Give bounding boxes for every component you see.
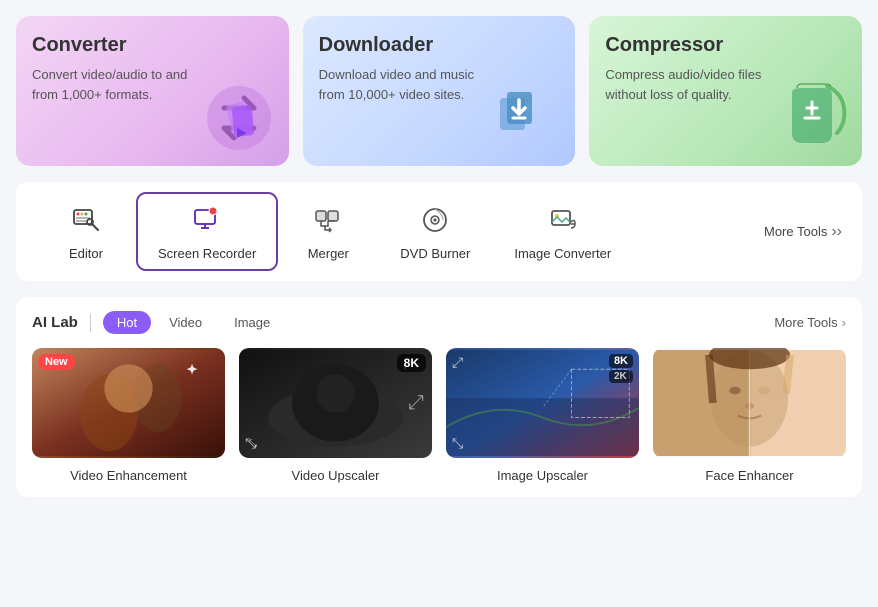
converter-card[interactable]: Converter Convert video/audio to and fro…	[16, 16, 289, 166]
converter-icon	[199, 78, 279, 158]
ai-lab-header: AI Lab Hot Video Image More Tools ›	[32, 311, 846, 334]
ai-card-image-upscaler[interactable]: 8K 2K ⤡ ⤢ Image Upscaler	[446, 348, 639, 483]
dvd-burner-label: DVD Burner	[400, 246, 470, 261]
tool-screen-recorder[interactable]: Screen Recorder	[136, 192, 278, 271]
image-converter-icon	[545, 202, 581, 238]
dvd-burner-icon	[417, 202, 453, 238]
tab-image[interactable]: Image	[220, 311, 284, 334]
downloader-card[interactable]: Downloader Download video and music from…	[303, 16, 576, 166]
tools-row: Editor Screen Recorder	[16, 182, 862, 281]
resolution-badge: 8K 2K	[609, 354, 633, 383]
tab-hot[interactable]: Hot	[103, 311, 151, 334]
image-converter-label: Image Converter	[514, 246, 611, 261]
expand-icon: ⤡	[245, 435, 256, 452]
face-enhancer-thumbnail	[653, 348, 846, 458]
converter-title: Converter	[32, 34, 273, 57]
video-enhancement-label: Video Enhancement	[70, 468, 187, 483]
expand-arrows-icon: ⤡	[452, 435, 463, 452]
ai-more-tools-label: More Tools	[774, 315, 837, 330]
expand-arrows2-icon: ⤢	[452, 354, 463, 371]
ai-lab-divider	[90, 314, 91, 332]
arrow-right-icon: ⤢	[408, 392, 424, 415]
image-upscaler-label: Image Upscaler	[497, 468, 588, 483]
screen-recorder-icon	[189, 202, 225, 238]
ai-lab-title: AI Lab	[32, 314, 78, 331]
chevron-right-icon: ››	[831, 223, 842, 241]
svg-text:✦: ✦	[186, 362, 198, 377]
tool-image-converter[interactable]: Image Converter	[492, 192, 633, 271]
main-container: Converter Convert video/audio to and fro…	[0, 0, 878, 513]
downloader-icon	[485, 78, 565, 158]
compressor-title: Compressor	[605, 34, 846, 57]
ai-more-tools-button[interactable]: More Tools ›	[774, 315, 846, 330]
ai-more-tools-arrow: ›	[842, 315, 846, 330]
ai-lab-section: AI Lab Hot Video Image More Tools ›	[16, 297, 862, 497]
tool-merger[interactable]: Merger	[278, 192, 378, 271]
ai-card-face-enhancer[interactable]: Face Enhancer	[653, 348, 846, 483]
tab-video[interactable]: Video	[155, 311, 216, 334]
image-upscaler-thumbnail: 8K 2K ⤡ ⤢	[446, 348, 639, 458]
merger-icon	[310, 202, 346, 238]
8k-badge: 8K	[397, 354, 426, 372]
compressor-desc: Compress audio/video files without loss …	[605, 65, 761, 104]
video-upscaler-thumbnail: ⤡ ⤢ 8K ⤡ ⤢	[239, 348, 432, 458]
editor-icon	[68, 202, 104, 238]
more-tools-label: More Tools	[764, 224, 827, 239]
ai-card-video-enhancement[interactable]: ✦ New Video Enhancement	[32, 348, 225, 483]
face-enhancer-label: Face Enhancer	[705, 468, 793, 483]
downloader-title: Downloader	[319, 34, 560, 57]
compressor-icon	[772, 78, 852, 158]
video-upscaler-label: Video Upscaler	[292, 468, 380, 483]
new-badge: New	[38, 354, 75, 370]
compressor-card[interactable]: Compressor Compress audio/video files wi…	[589, 16, 862, 166]
merger-label: Merger	[308, 246, 349, 261]
video-enhancement-thumbnail: ✦ New	[32, 348, 225, 458]
editor-label: Editor	[69, 246, 103, 261]
more-tools-button[interactable]: More Tools ››	[764, 223, 842, 241]
converter-desc: Convert video/audio to and from 1,000+ f…	[32, 65, 188, 104]
tool-dvd-burner[interactable]: DVD Burner	[378, 192, 492, 271]
tool-editor[interactable]: Editor	[36, 192, 136, 271]
downloader-desc: Download video and music from 10,000+ vi…	[319, 65, 475, 104]
screen-recorder-label: Screen Recorder	[158, 246, 256, 261]
ai-cards-row: ✦ New Video Enhancement	[32, 348, 846, 483]
top-cards-row: Converter Convert video/audio to and fro…	[16, 16, 862, 166]
ai-card-video-upscaler[interactable]: ⤡ ⤢ 8K ⤡ ⤢ Video Upscaler	[239, 348, 432, 483]
